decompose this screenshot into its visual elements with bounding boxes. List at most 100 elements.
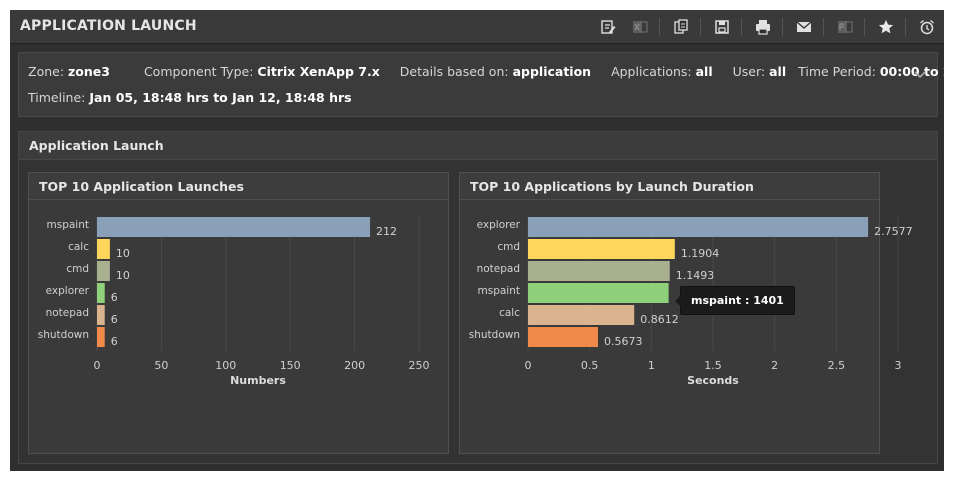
bar [528,261,670,281]
bar [528,283,669,303]
bar [528,305,635,325]
launches-bar-chart: 0 50 100 150 200 250 Numbers mspaint 212 calc 10 cm… [38,217,430,387]
panel-header: Application Launch [19,132,937,160]
timeline-label: Timeline: [28,90,86,105]
application-launch-panel: Application Launch TOP 10 Application La… [18,131,938,464]
bar [97,239,110,259]
toolbar-divider [700,18,701,36]
details-value: application [512,64,592,79]
timeline-row: Timeline: Jan 05, 18:48 hrs to Jan 12, 1… [28,90,352,105]
toolbar [587,16,938,38]
component-value: Citrix XenApp 7.x [257,64,380,79]
data-label: 0.8612 [640,313,679,326]
timeline-value: Jan 05, 18:48 hrs to Jan 12, 18:48 hrs [89,90,352,105]
x-tick-label: 0 [94,359,101,372]
x-tick-label: 1 [648,359,655,372]
bar [97,217,371,237]
data-label: 10 [116,269,130,282]
data-label: 1.1904 [681,247,720,260]
data-label: 0.5673 [604,335,643,348]
x-tick-label: 0.5 [581,359,599,372]
x-tick-label: 100 [215,359,236,372]
x-tick-label: 3 [895,359,902,372]
pdf-export-icon[interactable] [834,16,856,38]
toolbar-divider [823,18,824,36]
category-label: explorer [477,219,521,231]
compare-icon[interactable] [670,16,692,38]
toolbar-divider [864,18,865,36]
details-filter: Details based on: application [400,64,591,79]
favorite-star-icon[interactable] [875,16,897,38]
category-label: calc [499,307,520,319]
category-label: calc [68,241,89,253]
filter-summary-row: Zone: zone3 Component Type: Citrix XenAp… [28,64,954,79]
category-label: shutdown [38,329,89,341]
applications-label: Applications: [611,64,692,79]
applications-value: all [695,64,713,79]
category-label: cmd [497,241,520,253]
chevron-down-icon[interactable] [913,67,927,81]
x-tick-label: 200 [344,359,365,372]
bar [97,283,105,303]
category-label: explorer [46,285,90,297]
x-tick-label: 0 [525,359,532,372]
x-tick-label: 1.5 [704,359,722,372]
period-label: Time Period: [798,64,876,79]
category-label: shutdown [469,329,520,341]
toolbar-divider [659,18,660,36]
bar [528,327,598,347]
toolbar-divider [741,18,742,36]
category-label: mspaint [478,285,521,297]
applications-filter: Applications: all [611,64,713,79]
app-window: APPLICATION LAUNCH Zone: zone3 Component… [10,10,954,471]
x-tick-label: 2.5 [828,359,846,372]
edit-report-icon[interactable] [597,16,619,38]
data-label: 6 [111,335,118,348]
category-label: notepad [477,263,520,275]
excel-export-icon[interactable] [629,16,651,38]
bar [97,327,105,347]
x-tick-label: 250 [409,359,430,372]
x-axis-title: Seconds [687,374,739,387]
toolbar-divider [905,18,906,36]
print-icon[interactable] [752,16,774,38]
category-label: mspaint [47,219,90,231]
filter-summary: Zone: zone3 Component Type: Citrix XenAp… [18,52,954,117]
bar [97,305,105,325]
launches-chart-card: TOP 10 Application Launches 0 50 100 150 200… [28,172,449,454]
save-icon[interactable] [711,16,733,38]
x-axis-title: Numbers [230,374,286,387]
data-label: 6 [111,313,118,326]
bar [528,217,869,237]
period-filter: Time Period: 00:00 to 24:00 [798,64,954,79]
chart-tooltip: mspaint : 1401 [675,286,795,315]
duration-chart-card: TOP 10 Applications by Launch Duration 0… [459,172,913,454]
alarm-clock-icon[interactable] [916,16,938,38]
panel-title: Application Launch [29,138,164,153]
user-value: all [769,64,787,79]
user-label: User: [732,64,766,79]
bar [97,261,110,281]
data-label: 1.1493 [676,269,715,282]
component-filter: Component Type: Citrix XenApp 7.x [144,64,380,79]
component-label: Component Type: [143,64,254,79]
toolbar-divider [782,18,783,36]
category-label: notepad [46,307,89,319]
page-title: APPLICATION LAUNCH [20,18,197,34]
details-label: Details based on: [399,64,509,79]
data-label: 10 [116,247,130,260]
x-tick-label: 50 [154,359,168,372]
x-tick-label: 150 [280,359,301,372]
data-label: 2.7577 [874,225,913,238]
data-label: 6 [111,291,118,304]
bar [528,239,675,259]
title-bar: APPLICATION LAUNCH [10,10,944,44]
mail-icon[interactable] [793,16,815,38]
user-filter: User: all [733,64,786,79]
zone-value: zone3 [68,64,110,79]
data-label: 212 [376,225,397,238]
x-tick-label: 2 [771,359,778,372]
category-label: cmd [66,263,89,275]
zone-label: Zone: [28,64,65,79]
zone-filter: Zone: zone3 [28,64,110,79]
